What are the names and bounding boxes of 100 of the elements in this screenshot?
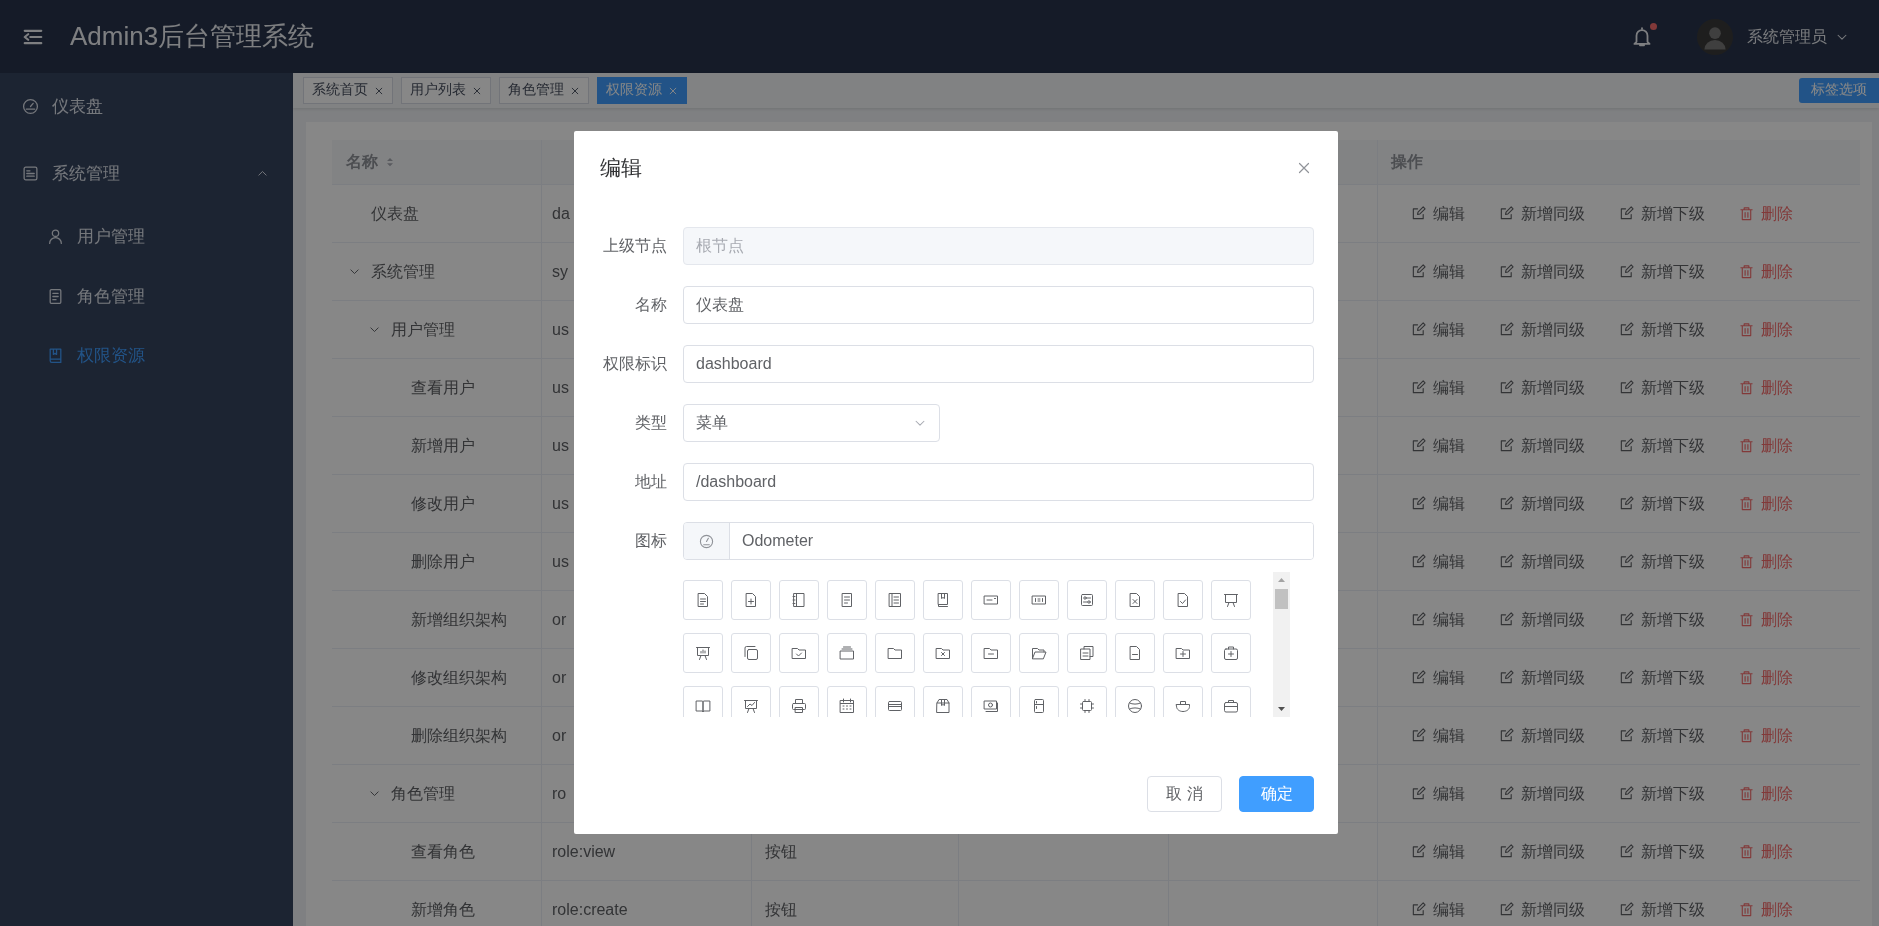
delete-link[interactable]: 删除: [1739, 607, 1793, 632]
field-label: 权限标识: [602, 354, 667, 374]
table-cell-text: us: [552, 435, 569, 456]
table-cell-text: sy: [552, 261, 568, 282]
table-cell-text: or: [552, 725, 567, 746]
table-cell-text: or: [552, 667, 567, 688]
delete-link[interactable]: 删除: [1739, 259, 1793, 284]
edit-link[interactable]: 新增下级: [1619, 897, 1705, 922]
table-cell-text: ro: [552, 783, 567, 804]
delete-link[interactable]: 删除: [1739, 839, 1793, 864]
tab-options-button[interactable]: 标签选项: [1799, 78, 1879, 103]
edit-link[interactable]: 编辑: [1411, 839, 1465, 864]
edit-link[interactable]: 新增同级: [1499, 897, 1585, 922]
edit-link[interactable]: 新增下级: [1619, 433, 1705, 458]
edit-link[interactable]: 编辑: [1411, 433, 1465, 458]
edit-link[interactable]: 新增下级: [1619, 201, 1705, 226]
edit-link[interactable]: 新增同级: [1499, 491, 1585, 516]
tab[interactable]: 角色管理: [499, 77, 589, 104]
table-cell-text: 新增角色: [411, 899, 475, 920]
tab[interactable]: 权限资源: [597, 77, 687, 104]
table-cell-text: or: [552, 609, 567, 630]
sidebar-item[interactable]: 权限资源: [0, 326, 293, 386]
field-label: 名称: [634, 295, 667, 315]
edit-link[interactable]: 编辑: [1411, 781, 1465, 806]
input-field[interactable]: dashboard: [683, 345, 1314, 383]
table-cell-text: 按钮: [765, 841, 797, 862]
confirm-button[interactable]: 确定: [1239, 776, 1314, 812]
edit-link[interactable]: 新增同级: [1499, 201, 1585, 226]
table-cell-text: 仪表盘: [371, 203, 419, 224]
edit-link[interactable]: 编辑: [1411, 549, 1465, 574]
field-label: 类型: [634, 413, 667, 433]
edit-link[interactable]: 新增同级: [1499, 781, 1585, 806]
edit-link[interactable]: 新增下级: [1619, 259, 1705, 284]
delete-link[interactable]: 删除: [1739, 549, 1793, 574]
user-name[interactable]: 系统管理员: [1747, 24, 1827, 49]
delete-link[interactable]: 删除: [1739, 317, 1793, 342]
edit-link[interactable]: 编辑: [1411, 201, 1465, 226]
input-field[interactable]: 仪表盘: [683, 286, 1314, 324]
delete-link[interactable]: 删除: [1739, 723, 1793, 748]
edit-link[interactable]: 新增同级: [1499, 839, 1585, 864]
delete-link[interactable]: 删除: [1739, 781, 1793, 806]
tab[interactable]: 用户列表: [401, 77, 491, 104]
edit-link[interactable]: 编辑: [1411, 665, 1465, 690]
app-title: Admin3后台管理系统: [70, 20, 315, 53]
table-cell-text: role:view: [552, 841, 616, 862]
edit-link[interactable]: 新增同级: [1499, 723, 1585, 748]
edit-link[interactable]: 新增下级: [1619, 781, 1705, 806]
edit-link[interactable]: 新增同级: [1499, 317, 1585, 342]
edit-link[interactable]: 新增同级: [1499, 607, 1585, 632]
table-cell-text: 查看用户: [411, 377, 475, 398]
sidebar-item[interactable]: 仪表盘: [0, 73, 293, 139]
edit-link[interactable]: 编辑: [1411, 897, 1465, 922]
table-cell-text: da: [552, 203, 570, 224]
table-cell-text: 角色管理: [391, 783, 455, 804]
select-field[interactable]: 菜单: [683, 404, 940, 442]
edit-link[interactable]: 新增同级: [1499, 259, 1585, 284]
edit-link[interactable]: 新增下级: [1619, 607, 1705, 632]
edit-link[interactable]: 编辑: [1411, 259, 1465, 284]
edit-link[interactable]: 编辑: [1411, 375, 1465, 400]
delete-link[interactable]: 删除: [1739, 375, 1793, 400]
sidebar-item[interactable]: 角色管理: [0, 266, 293, 326]
icon-input-field[interactable]: Odometer: [683, 522, 1314, 560]
delete-link[interactable]: 删除: [1739, 665, 1793, 690]
edit-link[interactable]: 新增下级: [1619, 549, 1705, 574]
edit-link[interactable]: 新增同级: [1499, 665, 1585, 690]
table-cell-text: us: [552, 377, 569, 398]
edit-link[interactable]: 新增下级: [1619, 491, 1705, 516]
table-cell-text: us: [552, 319, 569, 340]
table-cell-text: us: [552, 551, 569, 572]
delete-link[interactable]: 删除: [1739, 897, 1793, 922]
edit-link[interactable]: 新增下级: [1619, 839, 1705, 864]
table-cell-text: 按钮: [765, 899, 797, 920]
table-cell-text: role:create: [552, 899, 628, 920]
edit-link[interactable]: 编辑: [1411, 491, 1465, 516]
edit-link[interactable]: 新增下级: [1619, 375, 1705, 400]
edit-link[interactable]: 新增同级: [1499, 433, 1585, 458]
table-cell-text: 新增组织架构: [411, 609, 507, 630]
cancel-button[interactable]: 取 消: [1147, 776, 1222, 812]
field-label: 上级节点: [602, 236, 667, 256]
edit-link[interactable]: 新增同级: [1499, 375, 1585, 400]
edit-link[interactable]: 编辑: [1411, 317, 1465, 342]
edit-link[interactable]: 新增同级: [1499, 549, 1585, 574]
input-field[interactable]: /dashboard: [683, 463, 1314, 501]
edit-link[interactable]: 编辑: [1411, 607, 1465, 632]
dialog-title: 编辑: [600, 155, 642, 182]
edit-link[interactable]: 新增下级: [1619, 317, 1705, 342]
sidebar-item[interactable]: 用户管理: [0, 207, 293, 267]
table-cell-text: 删除组织架构: [411, 725, 507, 746]
table-cell-text: 修改组织架构: [411, 667, 507, 688]
edit-link[interactable]: 编辑: [1411, 723, 1465, 748]
edit-link[interactable]: 新增下级: [1619, 665, 1705, 690]
field-label: 图标: [634, 531, 667, 551]
delete-link[interactable]: 删除: [1739, 433, 1793, 458]
sidebar-item[interactable]: 系统管理: [0, 139, 293, 207]
tab[interactable]: 系统首页: [303, 77, 393, 104]
delete-link[interactable]: 删除: [1739, 201, 1793, 226]
table-cell-text: 删除用户: [411, 551, 475, 572]
table-cell-text: 用户管理: [391, 319, 455, 340]
edit-link[interactable]: 新增下级: [1619, 723, 1705, 748]
delete-link[interactable]: 删除: [1739, 491, 1793, 516]
